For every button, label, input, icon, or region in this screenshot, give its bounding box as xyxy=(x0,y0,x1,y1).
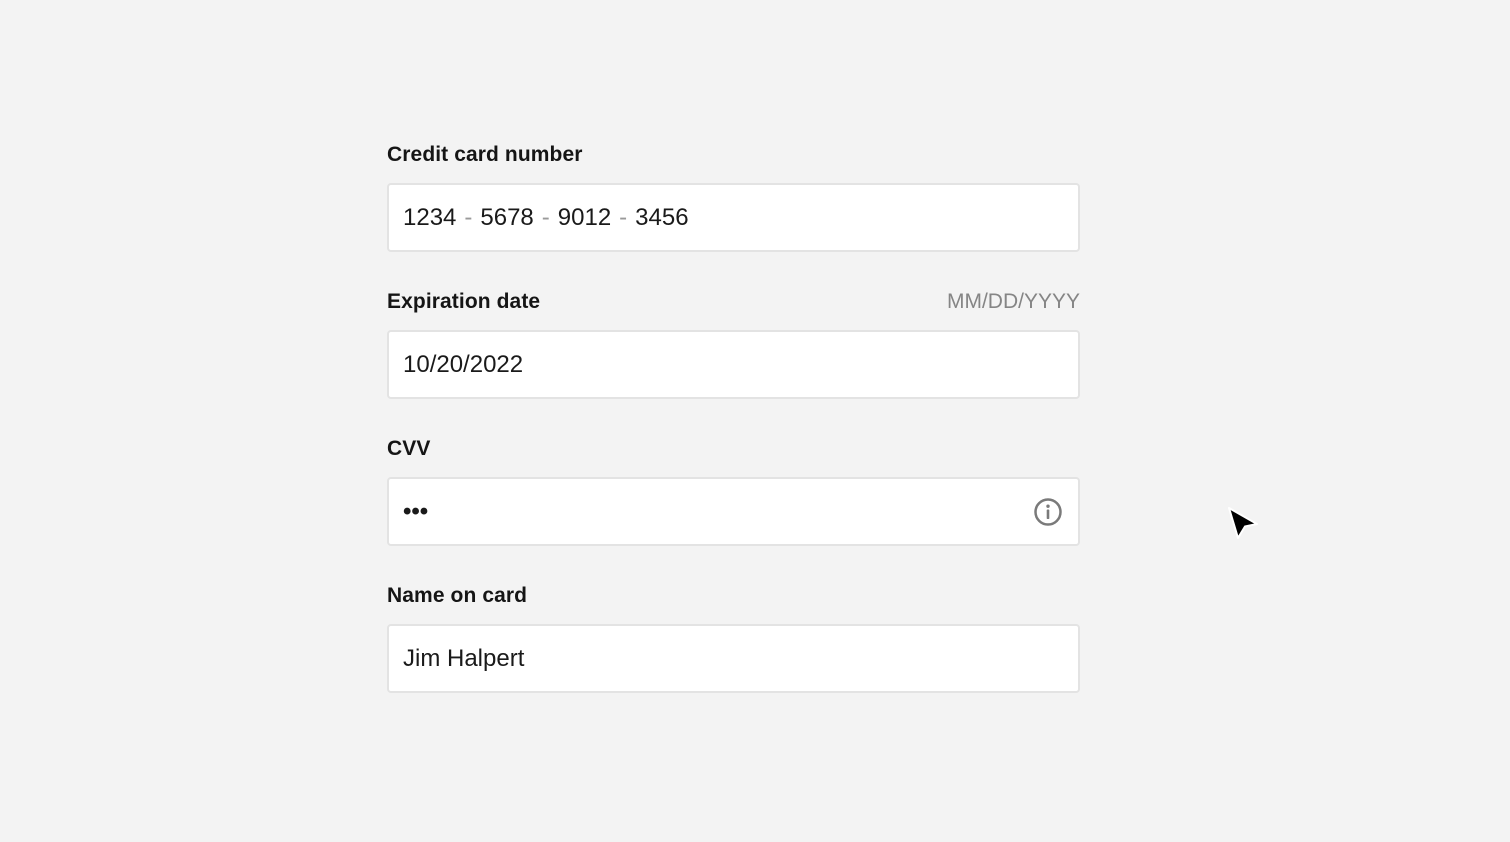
card-number-separator: - xyxy=(541,203,550,231)
mouse-pointer-icon xyxy=(1226,506,1262,546)
cvv-label-row: CVV xyxy=(387,432,1080,466)
cvv-label: CVV xyxy=(387,437,431,460)
name-input[interactable]: Jim Halpert xyxy=(387,624,1080,693)
card-number-group-1: 1234 xyxy=(403,203,457,231)
payment-form: Credit card number 1234 - 5678 - 9012 - … xyxy=(387,138,1080,726)
card-number-group-3: 9012 xyxy=(557,203,612,231)
card-number-input[interactable]: 1234 - 5678 - 9012 - 3456 xyxy=(387,183,1080,252)
expiration-format-hint: MM/DD/YYYY xyxy=(946,290,1080,313)
card-number-group-2: 5678 xyxy=(480,203,534,231)
card-number-label-row: Credit card number xyxy=(387,138,1080,172)
card-number-separator: - xyxy=(619,203,628,231)
name-value: Jim Halpert xyxy=(403,644,525,672)
expiration-label: Expiration date xyxy=(387,290,541,313)
card-number-field: Credit card number 1234 - 5678 - 9012 - … xyxy=(387,138,1080,252)
info-icon[interactable] xyxy=(1032,496,1064,528)
cvv-field: CVV ••• xyxy=(387,432,1080,546)
name-field: Name on card Jim Halpert xyxy=(387,579,1080,693)
name-label-row: Name on card xyxy=(387,579,1080,613)
card-number-group-4: 3456 xyxy=(635,203,689,231)
cvv-masked-value: ••• xyxy=(403,497,429,525)
expiration-label-row: Expiration date MM/DD/YYYY xyxy=(387,285,1080,319)
card-number-label: Credit card number xyxy=(387,143,583,166)
expiration-input[interactable]: 10/20/2022 xyxy=(387,330,1080,399)
expiration-field: Expiration date MM/DD/YYYY 10/20/2022 xyxy=(387,285,1080,399)
name-label: Name on card xyxy=(387,584,528,607)
card-number-separator: - xyxy=(464,203,473,231)
expiration-value: 10/20/2022 xyxy=(403,350,524,378)
cvv-input[interactable]: ••• xyxy=(387,477,1080,546)
